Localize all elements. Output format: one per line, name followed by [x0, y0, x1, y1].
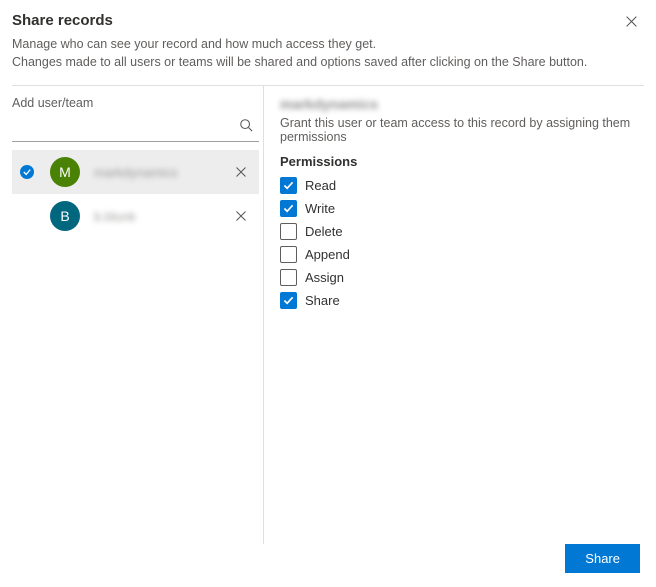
- user-name-label: b.blunk: [94, 209, 136, 224]
- dialog-footer: Share: [0, 544, 656, 587]
- permission-label: Append: [305, 247, 350, 262]
- permission-label: Write: [305, 201, 335, 216]
- selected-check-icon: [20, 165, 34, 179]
- permission-checkbox[interactable]: [280, 177, 297, 194]
- permissions-heading: Permissions: [280, 154, 640, 169]
- remove-user-button[interactable]: [233, 208, 249, 224]
- close-icon: [235, 166, 247, 178]
- user-row[interactable]: B b.blunk: [12, 194, 259, 238]
- permission-checkbox[interactable]: [280, 269, 297, 286]
- add-user-input[interactable]: [12, 116, 259, 141]
- close-button[interactable]: [620, 10, 642, 32]
- avatar: B: [50, 201, 80, 231]
- permission-label: Delete: [305, 224, 343, 239]
- share-button[interactable]: Share: [565, 544, 640, 573]
- permission-checkbox[interactable]: [280, 292, 297, 309]
- search-icon[interactable]: [239, 118, 253, 135]
- permission-row-append[interactable]: Append: [280, 246, 640, 263]
- close-icon: [235, 210, 247, 222]
- permission-row-share[interactable]: Share: [280, 292, 640, 309]
- permission-row-delete[interactable]: Delete: [280, 223, 640, 240]
- permission-row-read[interactable]: Read: [280, 177, 640, 194]
- user-row[interactable]: M markdynamics: [12, 150, 259, 194]
- permission-row-assign[interactable]: Assign: [280, 269, 640, 286]
- permission-label: Assign: [305, 270, 344, 285]
- remove-user-button[interactable]: [233, 164, 249, 180]
- user-list: M markdynamics B b.blunk: [12, 150, 263, 238]
- right-panel: markdynamics Grant this user or team acc…: [264, 86, 656, 544]
- permission-label: Share: [305, 293, 340, 308]
- dialog-body: Add user/team M markdynamics: [0, 86, 656, 544]
- dialog-title: Share records: [12, 12, 640, 29]
- permission-checkbox[interactable]: [280, 246, 297, 263]
- dialog-header: Share records Manage who can see your re…: [0, 0, 656, 79]
- grant-description: Grant this user or team access to this r…: [280, 116, 640, 144]
- selected-user-heading: markdynamics: [280, 96, 378, 112]
- user-name-label: markdynamics: [94, 165, 178, 180]
- add-user-label: Add user/team: [12, 94, 263, 114]
- left-panel: Add user/team M markdynamics: [12, 86, 264, 544]
- permission-checkbox[interactable]: [280, 223, 297, 240]
- search-field-wrap[interactable]: [12, 116, 259, 142]
- permission-checkbox[interactable]: [280, 200, 297, 217]
- permission-label: Read: [305, 178, 336, 193]
- dialog-subtitle: Manage who can see your record and how m…: [12, 35, 640, 71]
- avatar: M: [50, 157, 80, 187]
- close-icon: [625, 15, 638, 28]
- permissions-list: Read Write Delete Append Assign Share: [280, 177, 640, 309]
- share-records-dialog: Share records Manage who can see your re…: [0, 0, 656, 587]
- permission-row-write[interactable]: Write: [280, 200, 640, 217]
